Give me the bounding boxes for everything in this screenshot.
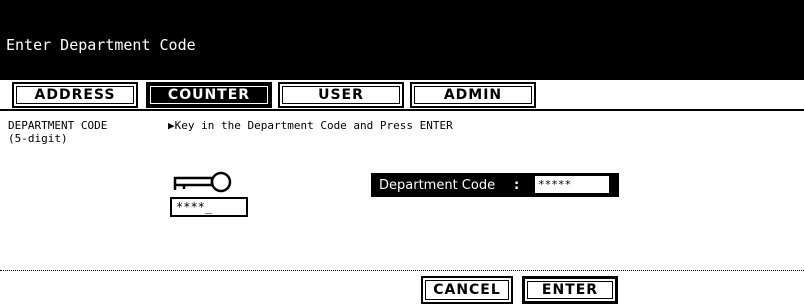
label-separator: : [514,177,520,193]
cancel-button[interactable]: CANCEL [421,276,513,304]
tab-divider [0,109,804,111]
tab-address[interactable]: ADDRESS [12,82,138,108]
key-icon [170,171,234,199]
field-caption-line2: (5-digit) [8,132,68,145]
instruction-text: ▶Key in the Department Code and Press EN… [168,119,453,132]
title-bar: Enter Department Code [0,0,804,80]
department-code-input[interactable] [535,176,609,193]
footer-divider [0,270,804,271]
department-code-panel: Department Code : [371,173,619,197]
enter-button[interactable]: ENTER [522,276,618,304]
tab-counter[interactable]: COUNTER [146,82,272,108]
tab-admin[interactable]: ADMIN [410,82,536,108]
function-tabs: ADDRESS COUNTER USER ADMIN [0,82,804,110]
entered-code-display: ****_ [170,197,248,217]
screen-title: Enter Department Code [6,36,196,54]
department-code-label: Department Code [379,177,496,193]
field-caption: DEPARTMENT CODE (5-digit) [8,119,107,145]
tab-user[interactable]: USER [278,82,404,108]
field-caption-line1: DEPARTMENT CODE [8,119,108,132]
